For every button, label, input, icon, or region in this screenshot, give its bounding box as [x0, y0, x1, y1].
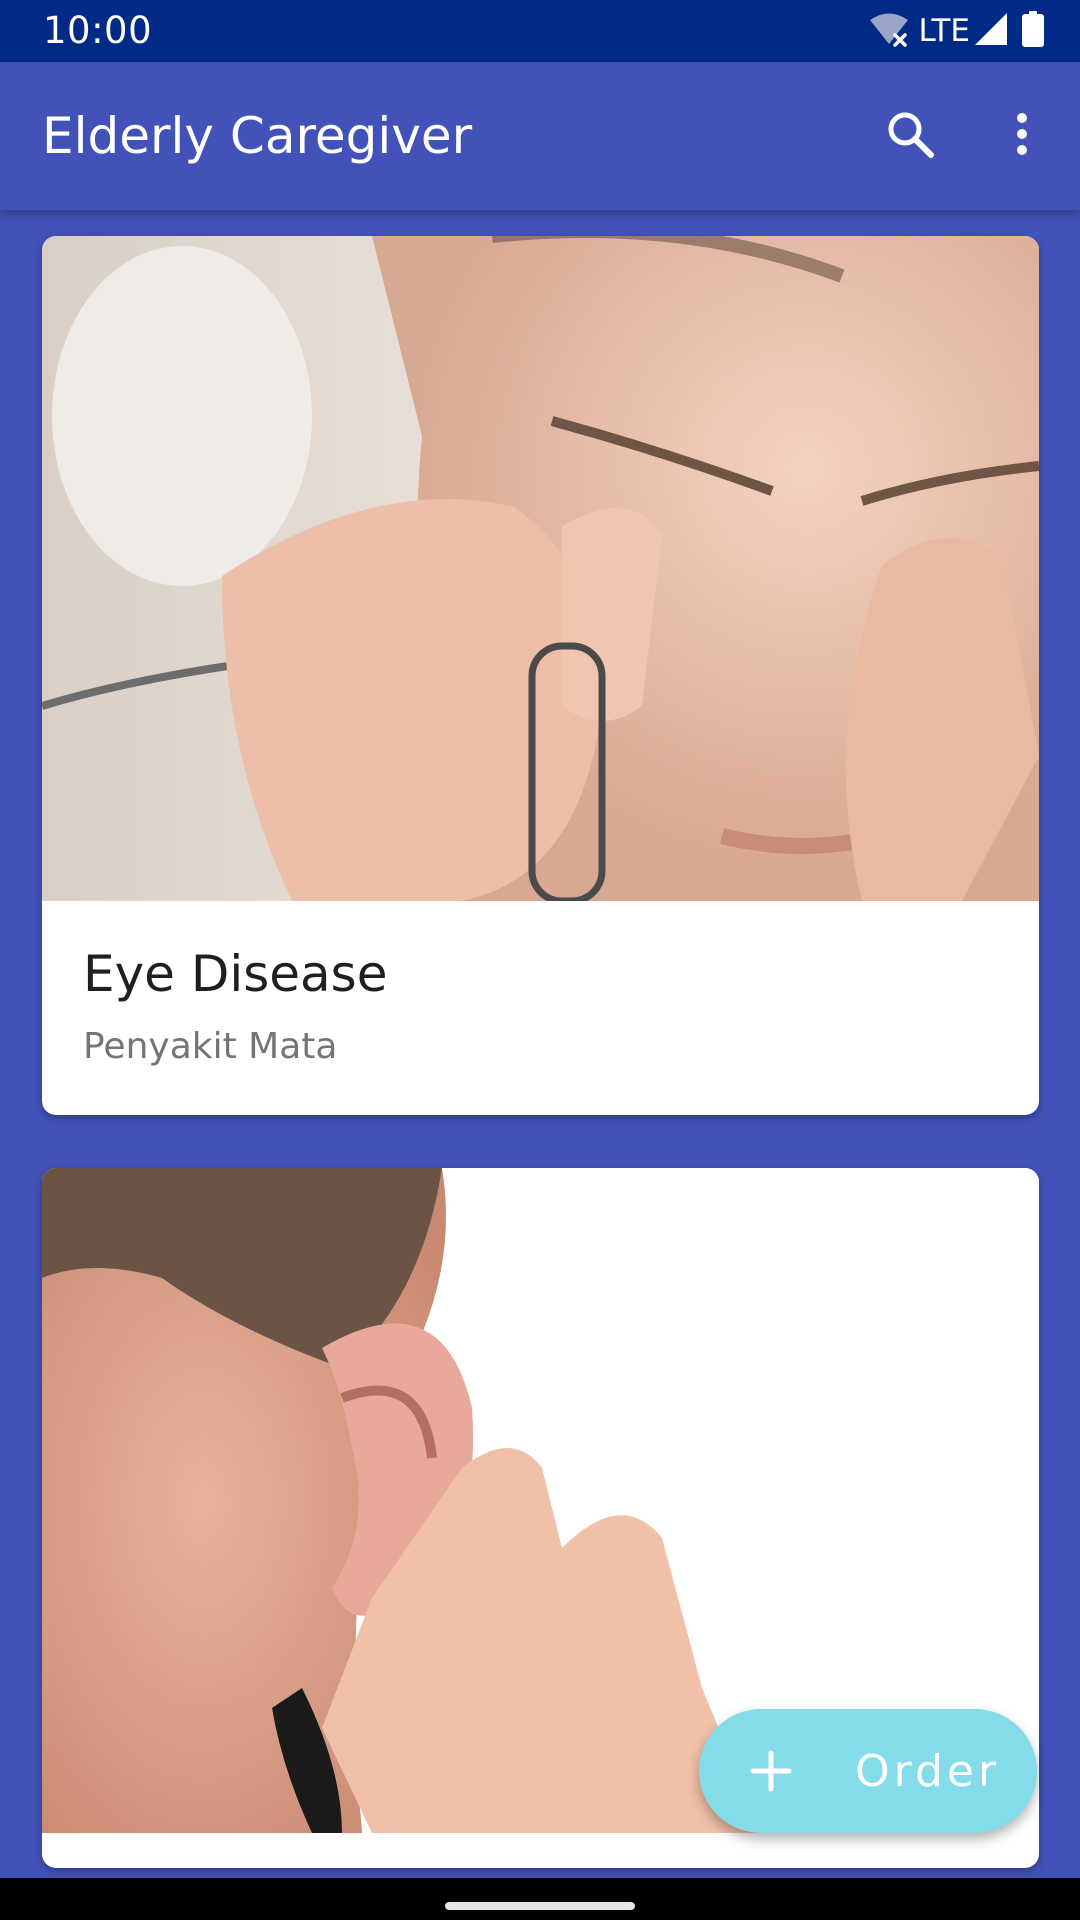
plus-icon — [749, 1749, 793, 1793]
card-image-eye — [42, 236, 1039, 901]
cell-signal-icon — [974, 12, 1008, 51]
status-time: 10:00 — [43, 9, 153, 52]
wifi-off-icon — [868, 11, 910, 52]
order-fab[interactable]: Order — [699, 1709, 1037, 1833]
search-button[interactable] — [874, 100, 946, 172]
app-bar: Elderly Caregiver — [0, 62, 1080, 210]
card-title: Eye Disease — [83, 945, 388, 1003]
status-icons: LTE — [868, 10, 1044, 52]
disease-card-eye[interactable]: Eye Disease Penyakit Mata — [42, 236, 1039, 1115]
order-label: Order — [855, 1745, 1001, 1797]
home-gesture-handle[interactable] — [445, 1902, 635, 1910]
search-icon — [885, 109, 935, 164]
more-options-button[interactable] — [986, 100, 1058, 172]
card-subtitle: Penyakit Mata — [83, 1026, 338, 1067]
navigation-bar — [0, 1878, 1080, 1920]
battery-icon — [1022, 10, 1044, 52]
status-bar: 10:00 LTE — [0, 0, 1080, 62]
more-vert-icon — [1015, 112, 1029, 161]
network-type-label: LTE — [918, 13, 970, 49]
app-title: Elderly Caregiver — [42, 107, 473, 165]
